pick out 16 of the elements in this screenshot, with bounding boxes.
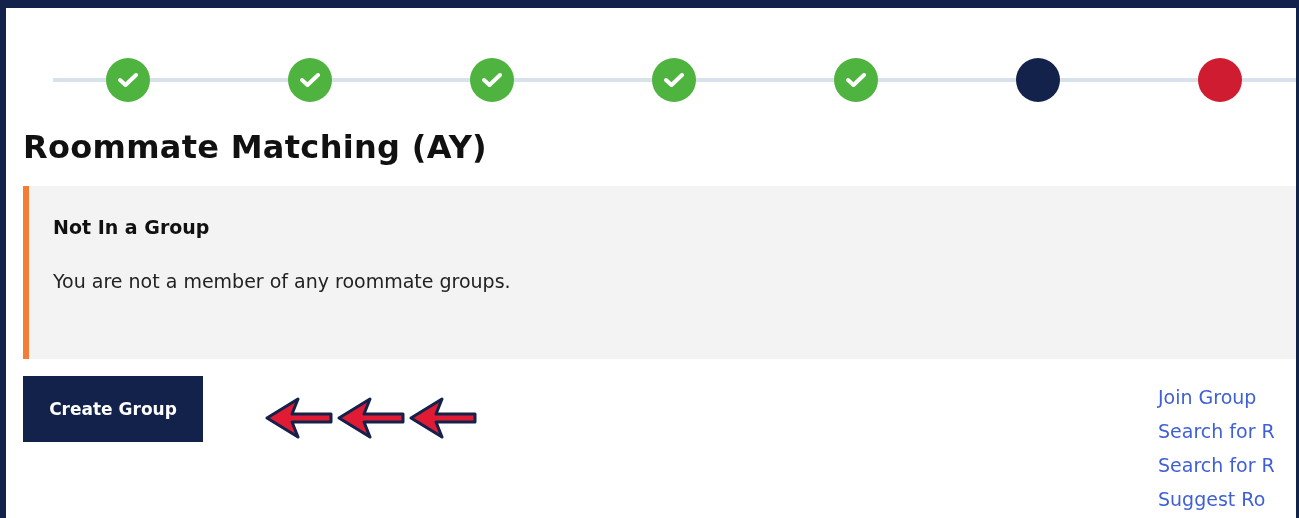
link[interactable]: Suggest Ro: [1158, 482, 1266, 516]
left-arrow-icon: [409, 397, 479, 439]
checkmark-icon: [118, 72, 138, 88]
alert-message: You are not a member of any roommate groups.: [53, 270, 512, 292]
checkmark-icon: [482, 72, 502, 88]
alert-heading: Not In a Group: [53, 216, 210, 238]
checkmark-icon: [846, 72, 866, 88]
link[interactable]: Search for R: [1158, 414, 1275, 448]
left-arrow-icon: [337, 397, 407, 439]
left-arrow-icon: [265, 397, 335, 439]
create-group-button[interactable]: Create Group: [23, 376, 203, 442]
link[interactable]: Join Group: [1158, 380, 1257, 414]
checkmark-icon: [300, 72, 320, 88]
checkmark-icon: [664, 72, 684, 88]
page-title: Roommate Matching (AY): [23, 128, 489, 166]
link[interactable]: Search for R: [1158, 448, 1275, 482]
